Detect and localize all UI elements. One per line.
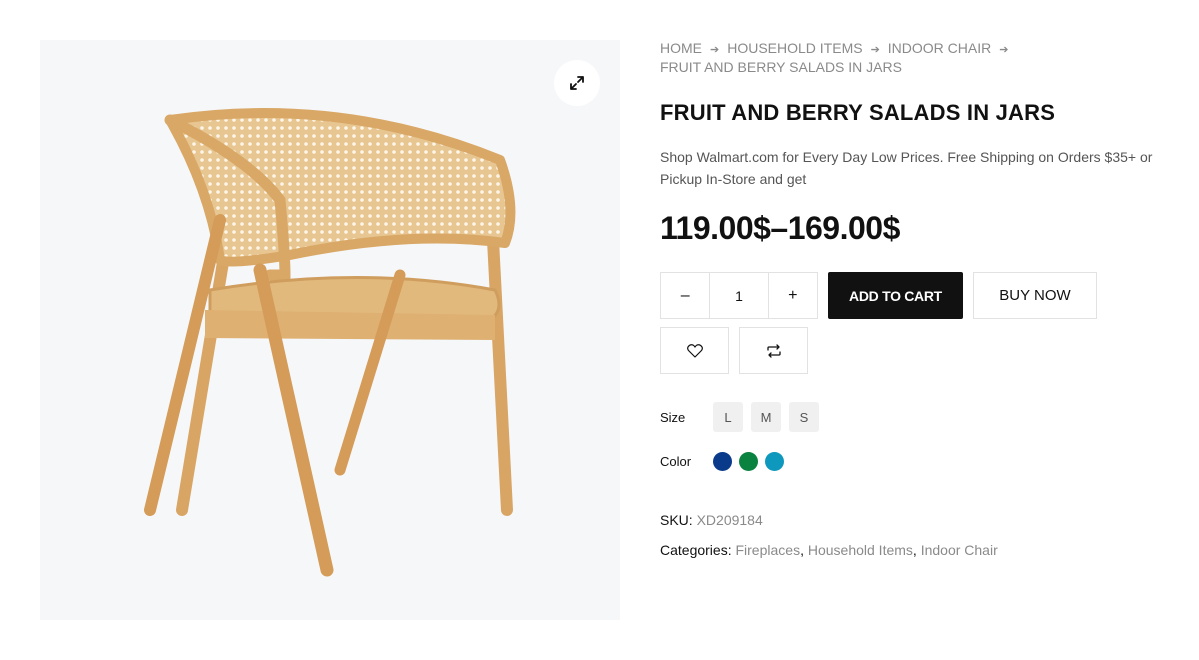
color-swatch-blue[interactable] xyxy=(713,452,732,471)
buy-now-button[interactable]: BUY NOW xyxy=(973,272,1097,319)
sku-value: XD209184 xyxy=(696,512,763,528)
category-link-fireplaces[interactable]: Fireplaces xyxy=(735,542,800,558)
quantity-increase-button[interactable]: + xyxy=(769,273,817,318)
size-option-l[interactable]: L xyxy=(713,402,743,432)
product-categories: Categories: Fireplaces, Household Items,… xyxy=(660,542,998,558)
size-selector: Size L M S xyxy=(660,402,827,432)
expand-icon xyxy=(570,76,584,90)
zoom-button[interactable] xyxy=(554,60,600,106)
quantity-input[interactable]: 1 xyxy=(709,273,769,318)
cart-row: – 1 + ADD TO CART BUY NOW xyxy=(660,272,1097,319)
color-label: Color xyxy=(660,454,692,469)
product-form: – 1 + ADD TO CART BUY NOW Size L M S Col… xyxy=(660,40,1180,640)
compare-arrows-icon xyxy=(766,343,781,358)
product-image-gallery xyxy=(40,40,620,620)
heart-icon xyxy=(686,343,703,358)
sku-label: SKU: xyxy=(660,512,693,528)
secondary-actions xyxy=(660,327,818,374)
categories-label: Categories: xyxy=(660,542,732,558)
color-swatch-green[interactable] xyxy=(739,452,758,471)
category-link-household-items[interactable]: Household Items xyxy=(808,542,913,558)
color-swatch-teal[interactable] xyxy=(765,452,784,471)
quantity-stepper: – 1 + xyxy=(660,272,818,319)
category-link-indoor-chair[interactable]: Indoor Chair xyxy=(921,542,998,558)
wishlist-button[interactable] xyxy=(660,327,729,374)
product-sku: SKU: XD209184 xyxy=(660,512,763,528)
color-selector: Color xyxy=(660,452,791,471)
add-to-cart-button[interactable]: ADD TO CART xyxy=(828,272,963,319)
compare-button[interactable] xyxy=(739,327,808,374)
size-option-s[interactable]: S xyxy=(789,402,819,432)
size-option-m[interactable]: M xyxy=(751,402,781,432)
product-image-chair xyxy=(144,108,516,577)
size-label: Size xyxy=(660,409,686,425)
quantity-decrease-button[interactable]: – xyxy=(661,273,709,318)
